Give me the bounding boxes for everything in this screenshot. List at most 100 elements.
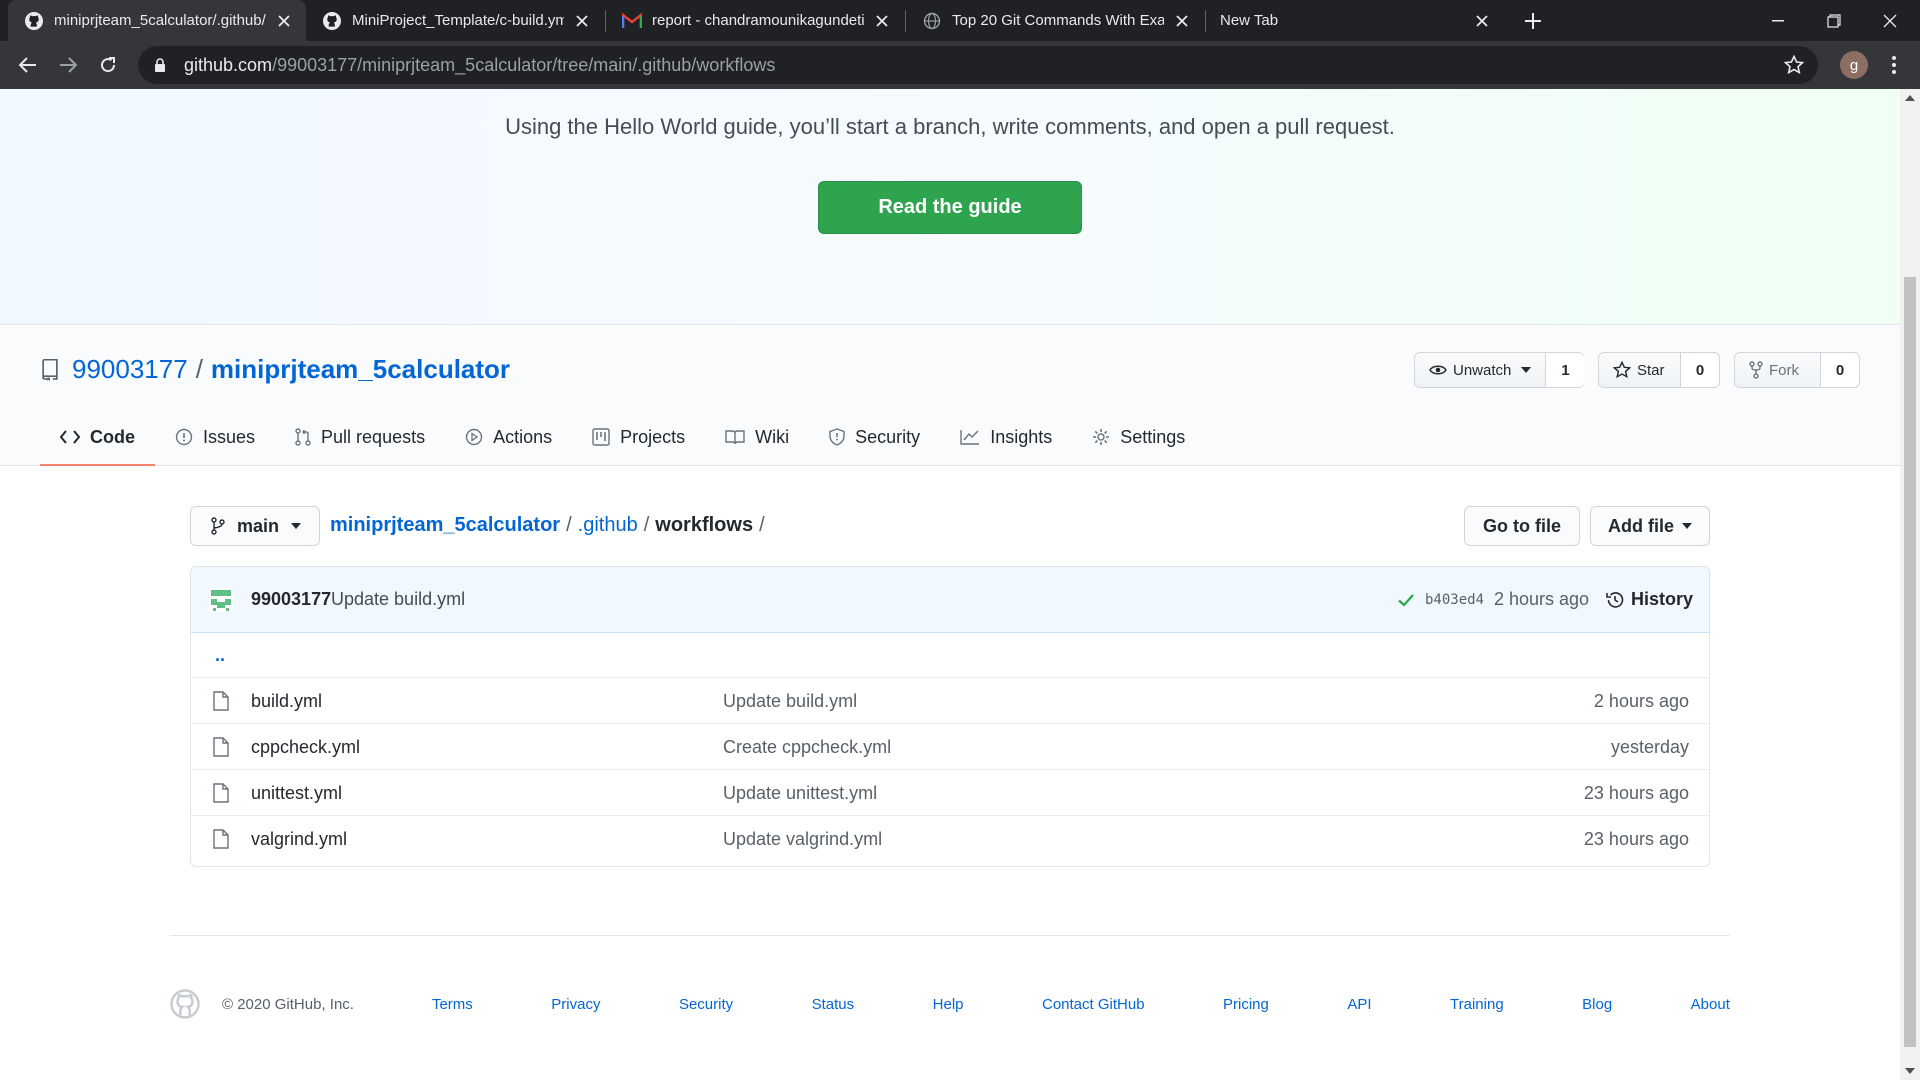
repo-name-link[interactable]: miniprjteam_5calculator [211,354,510,385]
minimize-button[interactable] [1750,0,1806,41]
tab-code[interactable]: Code [40,408,155,466]
arrow-right-icon [60,57,77,73]
breadcrumb-separator: / [566,514,572,536]
breadcrumb-repo-link[interactable]: miniprjteam_5calculator [330,514,560,537]
close-window-button[interactable] [1862,0,1918,41]
table-row[interactable]: valgrind.yml Update valgrind.yml 23 hour… [191,815,1709,861]
table-row[interactable]: unittest.yml Update unittest.yml 23 hour… [191,769,1709,815]
fork-count[interactable]: 0 [1821,353,1859,387]
file-commit-message-link[interactable]: Create cppcheck.yml [723,737,891,758]
parent-directory-row[interactable]: .. [191,633,1709,677]
commit-sha-link[interactable]: b403ed4 [1425,592,1484,608]
footer-link-pricing[interactable]: Pricing [1223,996,1269,1013]
reload-button[interactable] [94,51,122,79]
tab-settings[interactable]: Settings [1072,408,1205,466]
star-count[interactable]: 0 [1681,353,1719,387]
footer-link-training[interactable]: Training [1450,996,1504,1013]
browser-menu-button[interactable] [1884,51,1904,79]
github-page: Using the Hello World guide, you’ll star… [0,89,1900,1080]
file-commit-time: yesterday [1610,737,1689,757]
banner-text: Using the Hello World guide, you’ll star… [505,114,1395,139]
forward-button[interactable] [54,51,82,79]
footer-link-about[interactable]: About [1691,996,1730,1013]
tab-title: report - chandramounikagundeti [652,12,864,29]
close-icon[interactable] [1472,11,1492,31]
page-scrollbar[interactable] [1900,89,1920,1080]
footer-link-api[interactable]: API [1347,996,1371,1013]
close-icon[interactable] [274,11,294,31]
go-to-file-button[interactable]: Go to file [1464,506,1580,546]
footer-link-status[interactable]: Status [812,996,855,1013]
tab-actions[interactable]: Actions [445,408,572,466]
scroll-down-arrow-icon[interactable] [1905,1066,1915,1076]
footer-link-help[interactable]: Help [933,996,964,1013]
file-icon [213,691,229,711]
footer-link-terms[interactable]: Terms [432,996,473,1013]
avatar[interactable] [207,586,235,614]
issue-icon [175,428,193,446]
close-icon[interactable] [872,11,892,31]
bookmark-star-icon[interactable] [1783,54,1805,75]
parent-directory-link[interactable]: .. [215,645,225,666]
file-commit-message-link[interactable]: Update valgrind.yml [723,829,882,850]
file-name-link[interactable]: unittest.yml [251,783,342,804]
close-icon[interactable] [1172,11,1192,31]
tab-issues[interactable]: Issues [155,408,275,466]
browser-tab-3[interactable]: Top 20 Git Commands With Exam [906,0,1204,41]
caret-down-icon [1682,523,1692,529]
project-icon [592,428,610,446]
tab-label: Projects [620,426,686,447]
add-file-button[interactable]: Add file [1590,506,1710,546]
file-name-link[interactable]: valgrind.yml [251,829,347,850]
star-group: Star 0 [1598,352,1720,388]
file-name-link[interactable]: cppcheck.yml [251,737,360,758]
fork-group: Fork 0 [1734,352,1860,388]
repo-owner-link[interactable]: 99003177 [72,354,188,385]
url-path: /99003177/miniprjteam_5calculator/tree/m… [272,54,776,75]
table-row[interactable]: build.yml Update build.yml 2 hours ago [191,677,1709,723]
commit-message-link[interactable]: Update build.yml [331,589,465,610]
file-commit-message-link[interactable]: Update unittest.yml [723,783,877,804]
browser-tab-0[interactable]: miniprjteam_5calculator/.github/ [8,0,306,41]
globe-icon [922,11,942,31]
footer-link-blog[interactable]: Blog [1582,996,1612,1013]
tab-insights[interactable]: Insights [940,408,1072,466]
restore-button[interactable] [1806,0,1862,41]
back-button[interactable] [14,51,42,79]
browser-tab-1[interactable]: MiniProject_Template/c-build.ym [306,0,604,41]
branch-select-button[interactable]: main [190,506,320,546]
tab-wiki[interactable]: Wiki [705,408,809,466]
close-icon[interactable] [572,11,592,31]
fork-button[interactable]: Fork [1735,353,1821,387]
profile-avatar[interactable]: g [1840,51,1868,79]
file-commit-time: 23 hours ago [1583,829,1689,849]
gmail-icon [622,11,642,31]
tab-security[interactable]: Security [809,408,940,466]
scroll-up-arrow-icon[interactable] [1905,93,1915,103]
watch-count[interactable]: 1 [1546,353,1585,387]
url-host: github.com [184,54,273,75]
star-button[interactable]: Star [1599,353,1681,387]
table-row[interactable]: cppcheck.yml Create cppcheck.yml yesterd… [191,723,1709,769]
unwatch-button[interactable]: Unwatch [1415,353,1547,387]
github-logo-icon[interactable] [170,989,200,1019]
breadcrumb-github-link[interactable]: .github [578,514,638,537]
browser-tab-4[interactable]: New Tab [1206,0,1504,41]
new-tab-button[interactable] [1520,8,1546,34]
tab-projects[interactable]: Projects [572,408,705,466]
footer-link-privacy[interactable]: Privacy [551,996,600,1013]
footer-links: Terms Privacy Security Status Help Conta… [432,996,1730,1013]
commit-author-link[interactable]: 99003177 [251,589,331,610]
history-link[interactable]: History [1605,589,1693,610]
tab-pull-requests[interactable]: Pull requests [275,408,445,466]
address-bar[interactable]: github.com/99003177/miniprjteam_5calcula… [138,46,1818,84]
read-guide-button[interactable]: Read the guide [818,181,1082,234]
code-icon [60,430,80,444]
footer-link-contact[interactable]: Contact GitHub [1042,996,1145,1013]
check-icon[interactable] [1397,591,1415,609]
file-commit-message-link[interactable]: Update build.yml [723,691,857,712]
scrollbar-thumb[interactable] [1904,277,1916,1047]
footer-link-security[interactable]: Security [679,996,733,1013]
browser-tab-2[interactable]: report - chandramounikagundeti [606,0,904,41]
file-name-link[interactable]: build.yml [251,691,322,712]
